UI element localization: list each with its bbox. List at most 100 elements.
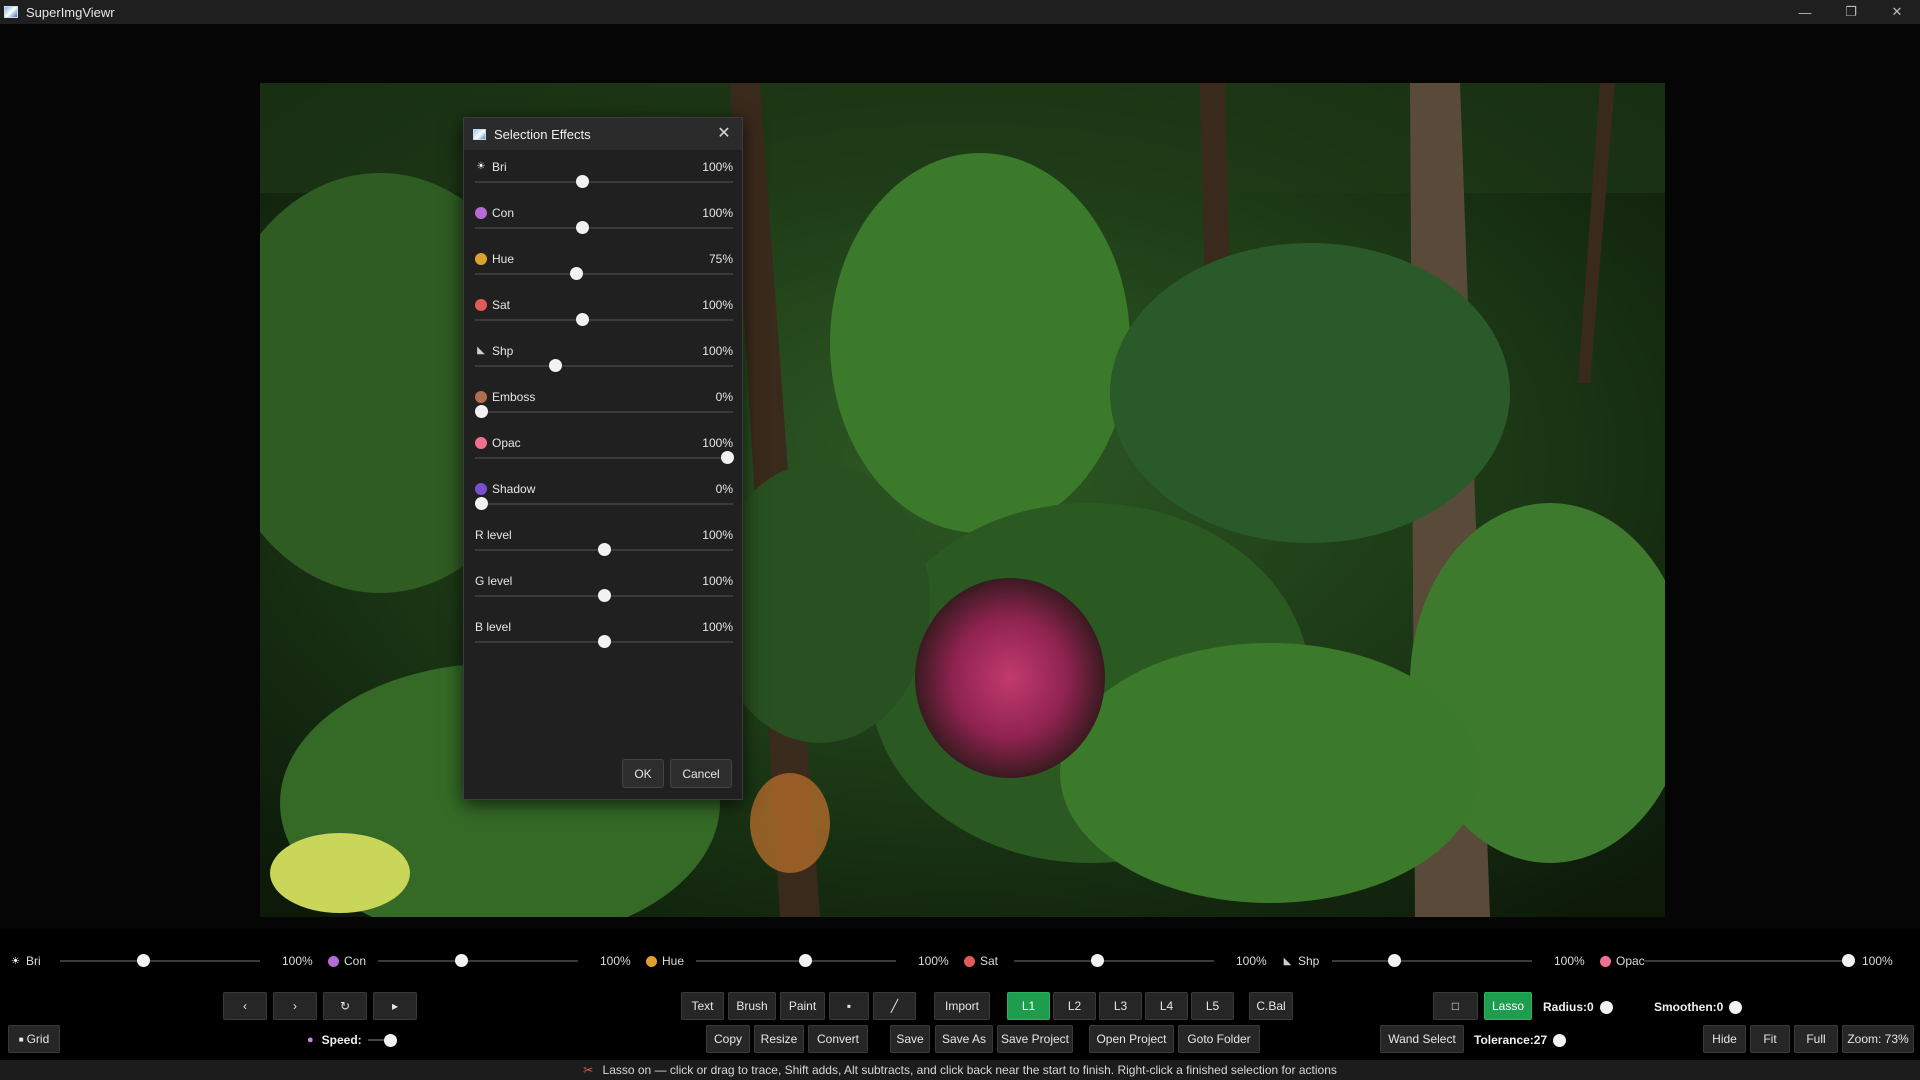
save-button[interactable]: Save bbox=[890, 1025, 930, 1053]
triangle-ruler-icon: ◣ bbox=[1283, 955, 1292, 967]
color-balance-button[interactable]: C.Bal bbox=[1249, 992, 1293, 1020]
bottom-slider-thumb-hue[interactable] bbox=[799, 954, 813, 967]
layer-5-button[interactable]: L5 bbox=[1191, 992, 1234, 1020]
bottom-slider-thumb-opac[interactable] bbox=[1842, 954, 1855, 967]
copy-button[interactable]: Copy bbox=[706, 1025, 750, 1053]
layer-2-button[interactable]: L2 bbox=[1053, 992, 1096, 1020]
speed-slider-thumb[interactable] bbox=[383, 1033, 397, 1047]
effect-slider-thumb-sat[interactable] bbox=[575, 313, 589, 326]
save-as-button[interactable]: Save As bbox=[935, 1025, 993, 1053]
tolerance-label: Tolerance:27 bbox=[1474, 1033, 1548, 1047]
bottom-slider-track-hue[interactable] bbox=[696, 960, 896, 962]
effect-slider-track-opac[interactable] bbox=[475, 457, 733, 459]
effect-slider-thumb-opac[interactable] bbox=[721, 451, 734, 464]
restore-button[interactable]: ❐ bbox=[1828, 0, 1874, 24]
effect-row-hue: Hue 75% bbox=[475, 250, 733, 296]
import-button[interactable]: Import bbox=[934, 992, 990, 1020]
effect-slider-thumb-shp[interactable] bbox=[548, 359, 562, 372]
effect-slider-thumb-g-level[interactable] bbox=[598, 589, 611, 602]
tolerance-control[interactable]: Tolerance:27 bbox=[1474, 1033, 1567, 1047]
minimize-button[interactable]: — bbox=[1782, 0, 1828, 24]
bottom-slider-track-opac[interactable] bbox=[1644, 960, 1854, 962]
fit-button[interactable]: Fit bbox=[1750, 1025, 1790, 1053]
resize-button[interactable]: Resize bbox=[754, 1025, 804, 1053]
bottom-slider-thumb-sat[interactable] bbox=[1091, 954, 1105, 967]
bottom-slider-track-con[interactable] bbox=[378, 960, 578, 962]
effect-slider-track-hue[interactable] bbox=[475, 273, 733, 275]
bottom-slider-value-sat: 100% bbox=[1236, 954, 1267, 968]
bottom-slider-label-bri: ☀ Bri bbox=[10, 954, 41, 968]
smoothen-slider-thumb[interactable] bbox=[1729, 1000, 1743, 1014]
contrast-icon bbox=[328, 955, 339, 967]
dialog-close-icon[interactable]: ✕ bbox=[714, 124, 734, 144]
effect-slider-track-sat[interactable] bbox=[475, 319, 733, 321]
effect-value-sat: 100% bbox=[702, 298, 733, 312]
effect-label-text: Emboss bbox=[492, 390, 536, 404]
canvas-area[interactable] bbox=[0, 24, 1920, 929]
effect-value-g-level: 100% bbox=[702, 574, 733, 588]
brush-tool-button[interactable]: Brush bbox=[728, 992, 776, 1020]
effect-label-text: Sat bbox=[492, 298, 511, 312]
next-button[interactable]: › bbox=[273, 992, 317, 1020]
full-button[interactable]: Full bbox=[1794, 1025, 1838, 1053]
save-project-button[interactable]: Save Project bbox=[997, 1025, 1073, 1053]
effect-slider-thumb-hue[interactable] bbox=[569, 267, 583, 280]
effect-slider-track-con[interactable] bbox=[475, 227, 733, 229]
effect-label-text: Shadow bbox=[492, 482, 536, 496]
radius-slider-thumb[interactable] bbox=[1599, 1000, 1613, 1014]
effect-row-opac: Opac 100% bbox=[475, 434, 734, 480]
layer-3-button[interactable]: L3 bbox=[1099, 992, 1142, 1020]
hide-button[interactable]: Hide bbox=[1703, 1025, 1746, 1053]
rect-shape-button[interactable]: ▪ bbox=[829, 992, 869, 1020]
play-button[interactable]: ▸ bbox=[373, 992, 417, 1020]
contrast-icon bbox=[475, 207, 487, 219]
close-button[interactable]: ✕ bbox=[1874, 0, 1920, 24]
effect-slider-track-shadow[interactable] bbox=[475, 503, 733, 505]
grid-toggle-button[interactable]: ■ Grid bbox=[8, 1025, 60, 1053]
line-tool-button[interactable]: ╱ bbox=[873, 992, 916, 1020]
effect-slider-thumb-shadow[interactable] bbox=[475, 497, 488, 510]
rect-select-button[interactable]: □ bbox=[1433, 992, 1478, 1020]
effect-slider-thumb-emboss[interactable] bbox=[475, 405, 488, 418]
smoothen-control[interactable]: Smoothen:0 bbox=[1654, 1000, 1743, 1014]
effect-slider-track-emboss[interactable] bbox=[475, 411, 733, 413]
paint-tool-button[interactable]: Paint bbox=[780, 992, 825, 1020]
window-controls: — ❐ ✕ bbox=[1782, 0, 1920, 24]
shadow-orb-icon bbox=[475, 483, 487, 495]
speed-control[interactable]: ● Speed: bbox=[307, 1033, 397, 1047]
prev-button[interactable]: ‹ bbox=[223, 992, 267, 1020]
dialog-title-bar[interactable]: Selection Effects bbox=[464, 118, 742, 150]
bottom-slider-track-shp[interactable] bbox=[1332, 960, 1532, 962]
effect-slider-track-shp[interactable] bbox=[475, 365, 733, 367]
effect-label-con: Con bbox=[475, 206, 514, 220]
cancel-button[interactable]: Cancel bbox=[670, 759, 732, 788]
convert-button[interactable]: Convert bbox=[808, 1025, 868, 1053]
rotate-button[interactable]: ↻ bbox=[323, 992, 367, 1020]
radius-control[interactable]: Radius:0 bbox=[1543, 1000, 1613, 1014]
sun-icon: ☀ bbox=[11, 955, 20, 967]
selection-effects-dialog[interactable]: Selection Effects ✕ ☀ Bri 100% Con 100% Hue 75… bbox=[463, 117, 743, 800]
effect-value-opac: 100% bbox=[702, 436, 733, 450]
effect-slider-thumb-con[interactable] bbox=[575, 221, 589, 234]
effect-slider-thumb-b-level[interactable] bbox=[598, 635, 611, 648]
layer-4-button[interactable]: L4 bbox=[1145, 992, 1188, 1020]
effect-slider-thumb-bri[interactable] bbox=[575, 175, 589, 188]
effect-label-text: Opac bbox=[492, 436, 521, 450]
bottom-slider-thumb-shp[interactable] bbox=[1388, 954, 1402, 967]
bottom-slider-thumb-bri[interactable] bbox=[137, 954, 151, 967]
open-project-button[interactable]: Open Project bbox=[1089, 1025, 1174, 1053]
ok-button[interactable]: OK bbox=[622, 759, 664, 788]
effect-slider-track-bri[interactable] bbox=[475, 181, 733, 183]
effect-slider-thumb-r-level[interactable] bbox=[598, 543, 611, 556]
lasso-button[interactable]: Lasso bbox=[1484, 992, 1532, 1020]
layer-1-button[interactable]: L1 bbox=[1007, 992, 1050, 1020]
text-tool-button[interactable]: Text bbox=[681, 992, 724, 1020]
tolerance-slider-thumb[interactable] bbox=[1553, 1033, 1567, 1047]
bottom-slider-value-shp: 100% bbox=[1554, 954, 1585, 968]
bottom-slider-track-sat[interactable] bbox=[1014, 960, 1214, 962]
bottom-slider-track-bri[interactable] bbox=[60, 960, 260, 962]
wand-select-button[interactable]: Wand Select bbox=[1380, 1025, 1464, 1053]
bottom-slider-label-opac: Opac bbox=[1600, 954, 1645, 968]
bottom-slider-thumb-con[interactable] bbox=[455, 954, 469, 967]
goto-folder-button[interactable]: Goto Folder bbox=[1178, 1025, 1260, 1053]
